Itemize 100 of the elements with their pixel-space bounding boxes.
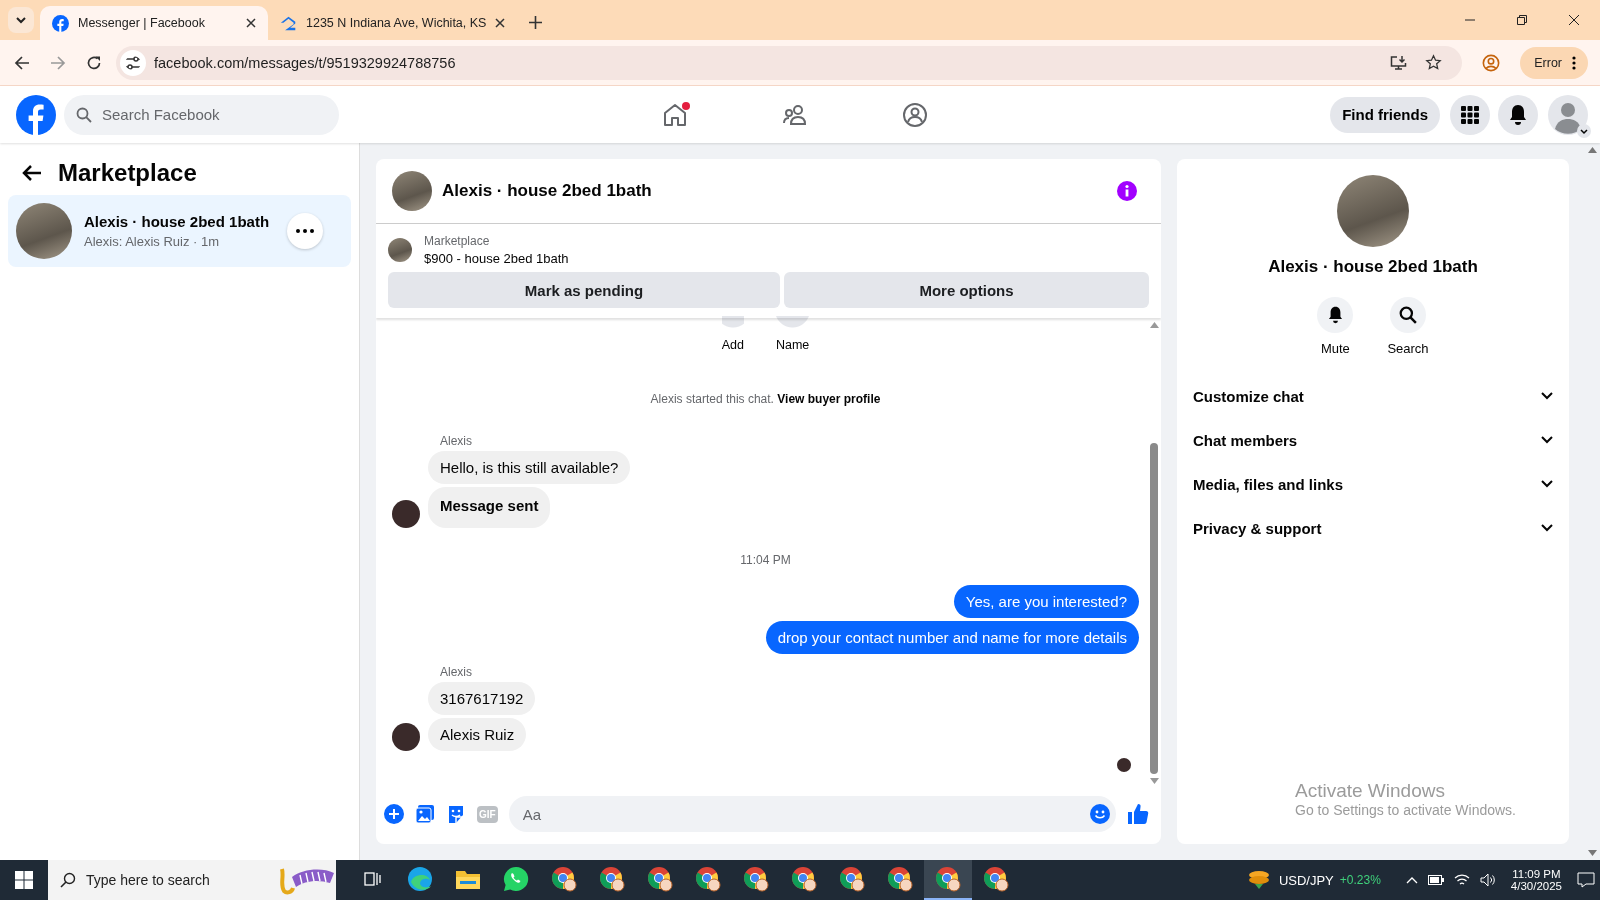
folder-icon	[455, 868, 481, 890]
back-arrow-icon[interactable]	[22, 164, 42, 182]
wifi-icon[interactable]	[1453, 873, 1470, 887]
search-icon	[1399, 306, 1417, 324]
more-button[interactable]	[287, 213, 323, 249]
message-input[interactable]: Aa	[508, 796, 1116, 832]
new-tab-icon[interactable]	[529, 16, 543, 29]
photo-placeholder	[388, 238, 412, 262]
action-button[interactable]	[1390, 297, 1426, 333]
conversation-title: Alexis · house 2bed 1bath	[1268, 257, 1478, 277]
message-bubble: Hello, is this still available?	[428, 451, 631, 484]
view-buyer-profile-link[interactable]: View buyer profile	[777, 392, 881, 406]
star-icon[interactable]	[1425, 54, 1443, 71]
battery-icon[interactable]	[1427, 875, 1444, 885]
listing-source: Marketplace	[424, 234, 491, 248]
sender-name: Alexis	[440, 434, 473, 448]
bell-icon	[1326, 306, 1344, 324]
message-bubble: drop your contact number and name for more details	[765, 621, 1139, 654]
section-header[interactable]: Media, files and links	[1193, 462, 1553, 506]
notification-dot	[682, 101, 690, 110]
chrome-browser-icon	[551, 866, 577, 892]
browser-tab[interactable]: Messenger | Facebook	[40, 6, 268, 40]
forward-arrow-icon[interactable]	[50, 54, 66, 71]
chevron-down-icon	[1577, 123, 1591, 138]
tab-list-button[interactable]	[8, 7, 34, 33]
install-app-icon[interactable]	[1390, 54, 1408, 71]
chevron-up-icon[interactable]	[1405, 876, 1418, 884]
notifications-button[interactable]	[1498, 94, 1538, 135]
windows-start-icon[interactable]	[15, 871, 33, 889]
section-header[interactable]: Customize chat	[1193, 374, 1553, 418]
close-icon[interactable]	[246, 18, 256, 28]
close-icon[interactable]	[495, 18, 506, 28]
chrome-browser-icon	[839, 866, 865, 892]
search-icon	[60, 872, 76, 888]
house-icon	[280, 14, 297, 32]
listing-action-button[interactable]: More options	[784, 272, 1149, 308]
speaker-icon[interactable]	[1479, 873, 1496, 887]
taskbar-search-field[interactable]: Type here to search	[48, 860, 336, 900]
restore-icon[interactable]	[1516, 14, 1528, 26]
photo-placeholder	[16, 203, 72, 259]
scroll-up-icon[interactable]	[1588, 147, 1597, 153]
more-dots-icon	[296, 229, 314, 233]
chat-bubble-icon	[503, 866, 529, 892]
menu-button[interactable]	[1450, 94, 1490, 135]
browser-tab[interactable]: 1235 N Indiana Ave, Wichita, KS	[268, 6, 518, 40]
scroll-down-icon[interactable]	[1149, 778, 1159, 784]
search-field[interactable]: Search Facebook	[64, 94, 339, 135]
chrome-browser-icon	[791, 866, 817, 892]
thumbs-up-icon[interactable]	[1127, 803, 1149, 825]
info-icon[interactable]	[1117, 181, 1137, 201]
sender-name: Alexis	[440, 665, 473, 679]
close-icon[interactable]	[1568, 14, 1580, 26]
address-bar[interactable]: facebook.com/messages/t/9519329924788756	[116, 45, 1463, 80]
taskbar-app[interactable]	[924, 860, 972, 900]
reload-icon[interactable]	[86, 54, 102, 71]
chrome-browser-icon	[935, 866, 961, 892]
photo-placeholder	[392, 171, 432, 211]
search-icon	[76, 106, 92, 123]
message-text-input[interactable]: Aa	[520, 804, 1090, 824]
conversation-preview: Alexis: Alexis Ruiz · 1m	[84, 234, 221, 249]
find-friends-button[interactable]: Find friends	[1330, 96, 1440, 133]
message-bubble: Message sent	[428, 487, 551, 528]
chat-start-notice: Alexis started this chat. View buyer profile	[649, 392, 882, 406]
coins-icon	[1246, 870, 1271, 890]
facebook-logo[interactable]	[16, 94, 56, 135]
chrome-browser-icon	[647, 866, 673, 892]
site-settings-icon[interactable]	[120, 49, 146, 76]
facebook-icon	[52, 14, 69, 32]
groups-icon	[902, 101, 928, 128]
scroll-down-icon[interactable]	[1588, 850, 1597, 856]
home-icon	[662, 101, 688, 128]
conversation-name: Alexis · house 2bed 1bath	[84, 213, 271, 230]
grid-menu-icon	[1460, 104, 1480, 125]
plus-icon[interactable]	[384, 804, 404, 824]
profile-icon[interactable]	[1482, 53, 1501, 72]
back-arrow-icon[interactable]	[14, 54, 30, 71]
search-input[interactable]: Search Facebook	[100, 105, 327, 124]
sticker-icon[interactable]	[446, 804, 466, 824]
section-header[interactable]: Privacy & support	[1193, 506, 1553, 550]
section-header[interactable]: Chat members	[1193, 418, 1553, 462]
profile-error-button[interactable]: Error	[1520, 46, 1588, 79]
activation-text: Go to Settings to activate Windows.	[1295, 802, 1517, 818]
sidebar-title: Marketplace	[58, 159, 197, 187]
chevron-down-icon	[15, 14, 27, 26]
message-timestamp: 11:04 PM	[739, 553, 792, 567]
chat-title: Alexis · house 2bed 1bath	[442, 181, 652, 201]
chrome-browser-icon	[983, 866, 1009, 892]
action-button[interactable]	[1317, 297, 1354, 333]
image-icon[interactable]	[415, 804, 435, 824]
conversation-item[interactable]: Alexis · house 2bed 1bath Alexis: Alexis Ruiz · 1m	[8, 195, 351, 267]
taskbar-search-input[interactable]: Type here to search	[84, 871, 262, 889]
bell-icon	[1508, 103, 1528, 126]
ticker-symbol: USD/JPY	[1278, 872, 1334, 888]
emoji-icon[interactable]	[1090, 804, 1110, 824]
listing-action-button[interactable]: Mark as pending	[388, 272, 780, 308]
notification-center-icon[interactable]	[1577, 872, 1595, 888]
task-view-icon	[363, 870, 381, 888]
account-avatar[interactable]	[1548, 94, 1588, 135]
activation-title: Activate Windows	[1295, 780, 1446, 802]
scroll-up-icon[interactable]	[1149, 322, 1159, 328]
